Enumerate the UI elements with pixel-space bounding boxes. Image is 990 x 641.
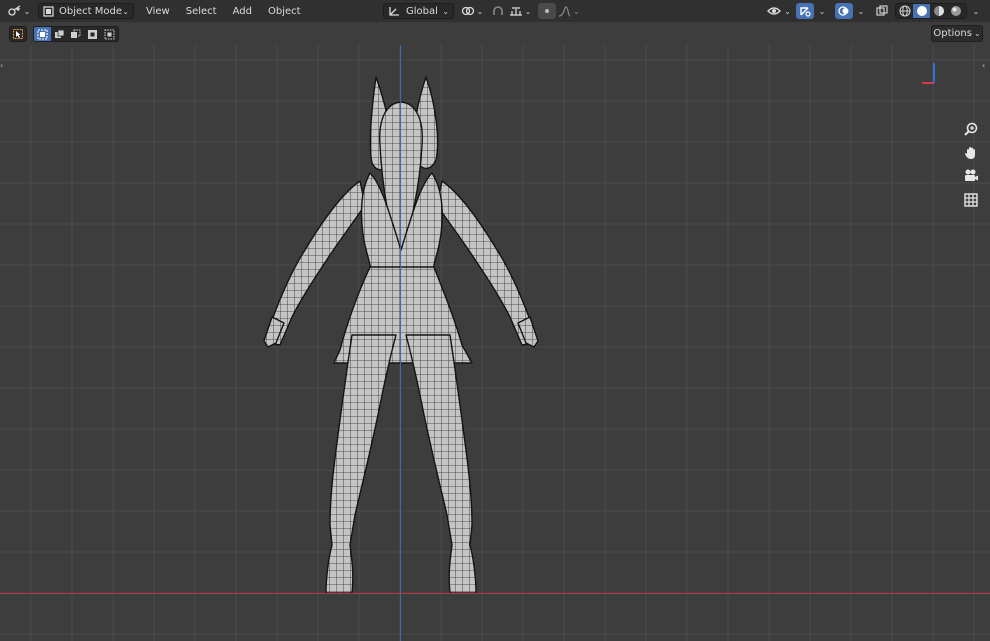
falloff-dropdown[interactable]: ⌄ bbox=[556, 3, 582, 19]
zoom-icon bbox=[964, 122, 978, 136]
shading-dropdown[interactable]: ⌄ bbox=[968, 3, 982, 19]
select-new-button[interactable] bbox=[34, 27, 51, 41]
camera-view-button[interactable] bbox=[960, 165, 982, 187]
object-visibility-icon bbox=[767, 7, 782, 15]
select-invert-button[interactable] bbox=[84, 27, 101, 41]
grid-ortho-icon bbox=[964, 193, 978, 207]
active-tool-button[interactable] bbox=[9, 26, 27, 42]
xray-toggle[interactable] bbox=[873, 3, 891, 19]
selection-mode-group bbox=[33, 26, 119, 42]
pivot-point-button[interactable]: ⌄ bbox=[459, 3, 485, 19]
select-invert-icon bbox=[88, 29, 98, 39]
menu-object[interactable]: Object bbox=[260, 2, 309, 20]
select-extend-button[interactable] bbox=[51, 27, 68, 41]
zoom-button[interactable] bbox=[960, 118, 982, 140]
menu-select[interactable]: Select bbox=[178, 2, 225, 20]
viewport-header: ⌄ Object Mode ⌄ View Select Add Object G… bbox=[0, 0, 990, 22]
select-subtract-icon bbox=[71, 29, 81, 38]
pan-hand-icon bbox=[965, 147, 975, 159]
rendered-shading-icon bbox=[950, 6, 961, 16]
snap-increment-icon bbox=[509, 7, 522, 16]
shading-solid-button[interactable] bbox=[913, 4, 930, 18]
select-intersect-icon bbox=[104, 29, 115, 39]
shading-mode-group bbox=[895, 3, 967, 19]
solid-shading-icon bbox=[916, 6, 927, 16]
mode-label: Object Mode bbox=[59, 5, 122, 17]
editor-type-icon bbox=[7, 5, 21, 16]
options-dropdown[interactable]: Options ⌄ bbox=[931, 25, 983, 42]
options-label: Options bbox=[933, 28, 972, 39]
z-axis-line bbox=[400, 45, 401, 641]
select-cursor-icon bbox=[13, 29, 23, 39]
transform-pivot-icon bbox=[461, 6, 474, 16]
gizmo-dropdown[interactable]: ⌄ bbox=[814, 3, 828, 19]
xray-icon bbox=[876, 5, 888, 16]
shading-material-button[interactable] bbox=[930, 4, 947, 18]
transform-orientation-dropdown[interactable]: Global ⌄ bbox=[383, 3, 454, 19]
shading-rendered-button[interactable] bbox=[947, 4, 964, 18]
ortho-toggle-button[interactable] bbox=[960, 189, 982, 211]
snap-target-dropdown[interactable]: ⌄ bbox=[507, 3, 533, 19]
x-axis-line bbox=[0, 593, 990, 594]
gizmo-toggle[interactable] bbox=[796, 3, 814, 19]
axis-gizmo[interactable] bbox=[920, 57, 950, 87]
visibility-dropdown[interactable]: ⌄ bbox=[766, 3, 792, 19]
orientation-label: Global bbox=[406, 5, 438, 17]
proportional-edit-icon bbox=[545, 9, 549, 13]
3d-viewport[interactable]: ‹ ‹ bbox=[0, 45, 990, 641]
snap-toggle[interactable] bbox=[489, 3, 507, 19]
pan-button[interactable] bbox=[960, 142, 982, 164]
tool-settings-header: Options ⌄ bbox=[0, 22, 990, 45]
falloff-curve-icon bbox=[559, 5, 571, 17]
overlay-icon bbox=[838, 6, 849, 16]
proportional-edit-toggle[interactable] bbox=[538, 3, 556, 19]
select-intersect-button[interactable] bbox=[101, 27, 118, 41]
menu-view[interactable]: View bbox=[138, 2, 178, 20]
toolbar-expand-arrow[interactable]: ‹ bbox=[0, 61, 3, 70]
character-mesh[interactable] bbox=[0, 45, 990, 641]
select-new-icon bbox=[37, 28, 48, 40]
object-mode-icon bbox=[43, 5, 54, 17]
gizmo-icon bbox=[800, 7, 811, 17]
editor-type-button[interactable]: ⌄ bbox=[6, 3, 32, 19]
transform-orientation-icon bbox=[389, 6, 399, 16]
material-preview-icon bbox=[933, 6, 944, 16]
wireframe-shading-icon bbox=[898, 5, 911, 17]
select-subtract-button[interactable] bbox=[68, 27, 85, 41]
camera-icon bbox=[965, 169, 978, 181]
menu-add[interactable]: Add bbox=[225, 2, 260, 20]
overlay-dropdown[interactable]: ⌄ bbox=[853, 3, 867, 19]
mode-dropdown[interactable]: Object Mode ⌄ bbox=[38, 3, 134, 19]
shading-wireframe-button[interactable] bbox=[896, 4, 913, 18]
select-extend-icon bbox=[54, 29, 65, 38]
sidebar-expand-arrow[interactable]: ‹ bbox=[982, 61, 985, 70]
overlay-toggle[interactable] bbox=[835, 3, 853, 19]
snap-icon bbox=[493, 6, 503, 15]
